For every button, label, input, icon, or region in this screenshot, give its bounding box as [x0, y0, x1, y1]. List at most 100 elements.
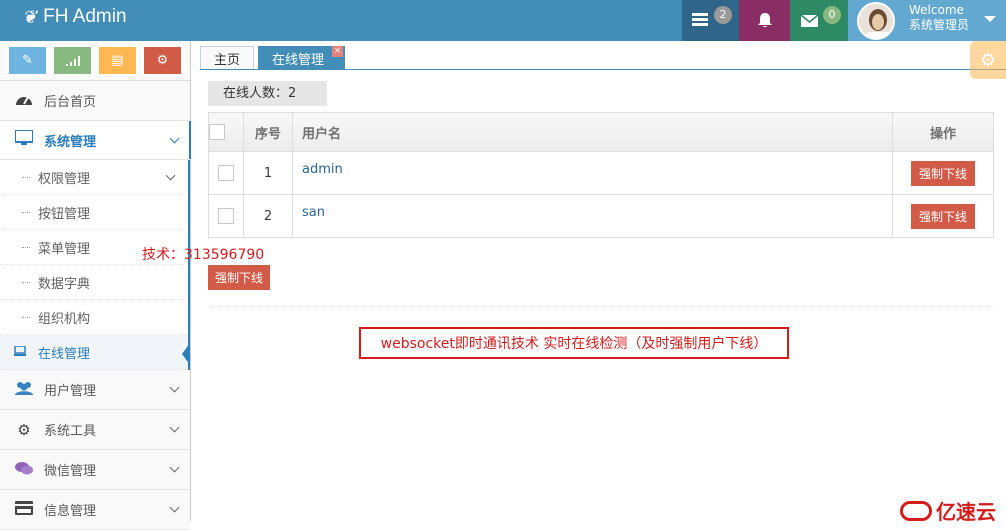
- sidebar-item-label: 菜单管理: [38, 241, 91, 257]
- online-count: 在线人数：2: [208, 81, 327, 106]
- table-row: 1 admin 强制下线: [208, 151, 994, 195]
- sidebar-item-label: 数据字典: [38, 276, 91, 292]
- signal-icon[interactable]: [52, 45, 93, 76]
- brand-title: FH Admin: [43, 6, 127, 27]
- sidebar-item-online[interactable]: 在线管理: [0, 335, 190, 370]
- sidebar-item-dashboard[interactable]: 后台首页: [0, 81, 190, 121]
- sidebar-item-wechat[interactable]: 微信管理: [0, 450, 190, 490]
- sidebar-item-users[interactable]: 用户管理: [0, 370, 190, 410]
- leaf-icon: ❦: [22, 6, 38, 27]
- avatar: [857, 2, 895, 40]
- tasks-icon: [692, 13, 708, 26]
- messages-badge: 0: [823, 6, 841, 24]
- sidebar-item-system[interactable]: 系统管理: [0, 121, 191, 160]
- sidebar-item-label: 微信管理: [44, 464, 97, 479]
- sidebar-item-label: 系统工具: [44, 424, 97, 439]
- online-users-table: 序号 用户名 操作 1 admin 强制下线 2 san 强制下线: [208, 112, 994, 238]
- sidebar-item-tools[interactable]: ⚙ 系统工具: [0, 410, 190, 450]
- sidebar-item-info[interactable]: 信息管理: [0, 490, 190, 530]
- chevron-down-icon: [165, 170, 176, 181]
- pencil-icon[interactable]: ✎: [7, 45, 48, 76]
- tab-bar: 主页 在线管理 ×: [200, 46, 346, 70]
- tab-underline: [200, 69, 1006, 70]
- sidebar-item-label: 用户管理: [44, 384, 97, 399]
- row-username-cell: san: [292, 194, 893, 238]
- row-num: 1: [243, 151, 293, 195]
- sidebar-item-label: 系统管理: [44, 134, 97, 150]
- cogs-icon[interactable]: ⚙: [142, 45, 183, 76]
- credit-card-icon: [14, 500, 34, 519]
- sidebar-item-permissions[interactable]: 权限管理: [0, 160, 188, 195]
- laptop-icon: [14, 345, 26, 361]
- user-menu[interactable]: Welcome 系统管理员: [848, 0, 1006, 41]
- settings-gear-icon[interactable]: ⚙: [970, 41, 1006, 79]
- sidebar-item-label: 组织机构: [38, 311, 91, 327]
- desktop-icon: [14, 129, 34, 150]
- sidebar-item-label: 在线管理: [38, 346, 91, 362]
- book-icon[interactable]: ▤: [97, 45, 138, 76]
- tab-home[interactable]: 主页: [200, 46, 255, 70]
- force-offline-button[interactable]: 强制下线: [910, 160, 975, 186]
- envelope-icon: [801, 15, 818, 27]
- row-checkbox[interactable]: [218, 165, 234, 181]
- col-header-num: 序号: [243, 112, 293, 152]
- chevron-down-icon: [169, 462, 180, 473]
- table-header-row: 序号 用户名 操作: [208, 112, 994, 152]
- bulk-force-offline-button[interactable]: 强制下线: [208, 265, 271, 290]
- force-offline-button[interactable]: 强制下线: [910, 203, 975, 229]
- table-row: 2 san 强制下线: [208, 194, 994, 238]
- tab-online[interactable]: 在线管理 ×: [258, 46, 346, 70]
- chevron-down-icon: [169, 422, 180, 433]
- cog-icon: ⚙: [17, 420, 31, 439]
- divider: [208, 306, 994, 307]
- row-op-cell: 强制下线: [892, 194, 994, 238]
- notifications-dropdown[interactable]: [739, 0, 790, 41]
- row-select-cell: [208, 194, 244, 238]
- row-num: 2: [243, 194, 293, 238]
- row-checkbox[interactable]: [218, 208, 234, 224]
- tree-tick: [22, 177, 30, 178]
- col-header-op: 操作: [892, 112, 994, 152]
- tree-tick: [22, 282, 30, 283]
- tab-label: 主页: [214, 53, 241, 68]
- chevron-down-icon: [169, 502, 180, 513]
- brand[interactable]: ❦ FH Admin: [22, 6, 127, 28]
- welcome-text: Welcome 系统管理员: [909, 3, 969, 33]
- sidebar-item-label: 权限管理: [38, 171, 91, 187]
- active-indicator: [189, 121, 191, 159]
- welcome-label: Welcome: [909, 3, 964, 17]
- active-pointer: [182, 343, 190, 365]
- tab-label: 在线管理: [272, 53, 325, 68]
- sidebar-item-label: 按钮管理: [38, 206, 91, 222]
- row-select-cell: [208, 151, 244, 195]
- comments-icon: [14, 460, 34, 480]
- row-username-cell: admin: [292, 151, 893, 195]
- tech-contact-annotation: 技术：313596790: [142, 247, 265, 263]
- caret-down-icon: [984, 16, 996, 22]
- sidebar-item-organization[interactable]: 组织机构: [0, 300, 188, 335]
- username-link[interactable]: san: [302, 205, 325, 220]
- sidebar-item-dictionary[interactable]: 数据字典: [0, 265, 188, 300]
- tree-tick: [22, 212, 30, 213]
- select-all-checkbox[interactable]: [209, 124, 225, 140]
- tasks-dropdown[interactable]: 2: [682, 0, 739, 41]
- users-icon: [14, 380, 34, 400]
- messages-dropdown[interactable]: 0: [790, 0, 848, 41]
- username-link[interactable]: admin: [302, 162, 343, 177]
- tasks-badge: 2: [714, 6, 732, 24]
- row-op-cell: 强制下线: [892, 151, 994, 195]
- system-submenu: 权限管理 按钮管理 菜单管理 数据字典 组织机构 在线管理: [0, 160, 190, 370]
- sidebar-item-label: 后台首页: [44, 95, 97, 110]
- sidebar-item-buttons[interactable]: 按钮管理: [0, 195, 188, 230]
- cloud-logo-icon: [900, 500, 932, 521]
- select-all-cell: [208, 112, 244, 152]
- tachometer-icon: [14, 92, 34, 110]
- chevron-down-icon: [169, 382, 180, 393]
- tree-tick: [22, 317, 30, 318]
- tree-tick: [22, 247, 30, 248]
- sidebar: ✎ ▤ ⚙ 后台首页 系统管理 权限管理 按钮管理 菜单管理 数据字典 组织机构…: [0, 41, 191, 530]
- sidebar-item-label: 信息管理: [44, 504, 97, 519]
- close-icon[interactable]: ×: [332, 46, 344, 57]
- user-role: 系统管理员: [909, 18, 970, 32]
- top-navbar: ❦ FH Admin 2 0 Welcome 系统管理员: [0, 0, 1006, 41]
